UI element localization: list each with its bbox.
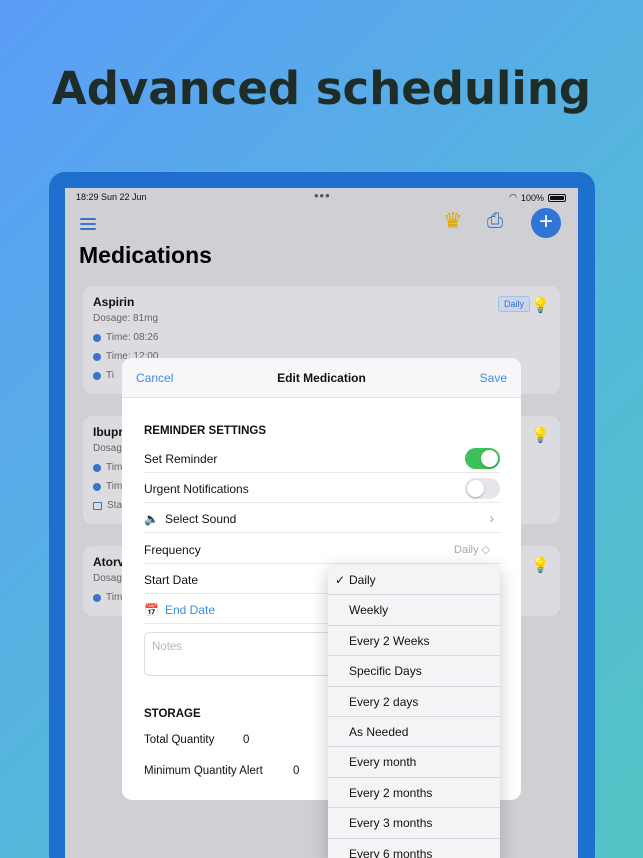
frequency-option[interactable]: Every 2 Weeks <box>328 626 500 657</box>
set-reminder-row: Set Reminder <box>144 443 500 473</box>
frequency-option[interactable]: As Needed <box>328 717 500 748</box>
set-reminder-toggle[interactable] <box>465 448 500 469</box>
status-right: ◠ 100% <box>509 192 566 203</box>
frequency-option[interactable]: ✓ Daily <box>328 565 500 596</box>
storage-header: STORAGE <box>144 708 201 720</box>
medication-dosage: Dosag <box>93 573 122 584</box>
clock-icon <box>93 482 101 491</box>
minimum-quantity-alert-value[interactable]: 0 <box>293 765 299 777</box>
select-sound-label: Select Sound <box>164 512 237 526</box>
sheet-navbar: Cancel Edit Medication Save <box>122 358 521 398</box>
time-line: Time: 08:26 <box>93 332 158 343</box>
crown-icon[interactable]: ♛ <box>443 208 463 234</box>
printer-icon[interactable]: ⎙ <box>487 210 503 233</box>
frequency-option[interactable]: Every month <box>328 747 500 778</box>
reminder-lock-icon[interactable]: 💡 <box>531 556 550 574</box>
medication-name: Aspirin <box>93 295 135 309</box>
battery-icon <box>548 193 566 202</box>
chevron-right-icon: › <box>489 510 494 526</box>
total-quantity-row[interactable]: Total Quantity 0 <box>144 734 344 746</box>
frequency-value[interactable]: Daily ◇ <box>454 543 490 556</box>
headline: Advanced scheduling <box>51 62 592 115</box>
clock-icon <box>93 593 101 602</box>
frequency-option[interactable]: Every 2 days <box>328 687 500 717</box>
calendar-icon <box>93 501 102 510</box>
wifi-icon: ◠ <box>509 192 517 202</box>
medication-name: Atorv <box>93 555 125 569</box>
battery-percent: 100% <box>520 192 544 203</box>
time-line: Ti <box>93 370 114 381</box>
hamburger-icon[interactable] <box>80 218 96 233</box>
add-medication-button[interactable]: + <box>531 208 561 238</box>
set-reminder-label: Set Reminder <box>144 452 218 466</box>
urgent-notifications-row: Urgent Notifications <box>144 473 500 503</box>
calendar-icon: 📅 <box>144 603 159 617</box>
end-date-label[interactable]: End Date <box>165 603 215 617</box>
checkmark-icon: ✓ <box>335 573 346 587</box>
medication-dosage: Dosag <box>93 443 122 454</box>
status-bar: 18:29 Sun 22 Jun ••• ◠ 100% <box>65 188 578 206</box>
clock-icon <box>93 371 101 380</box>
frequency-option[interactable]: Specific Days <box>328 656 500 687</box>
frequency-option[interactable]: Weekly <box>328 595 500 626</box>
sheet-title: Edit Medication <box>277 371 366 385</box>
frequency-row[interactable]: Frequency Daily ◇ <box>144 534 500 564</box>
date-line: Sta <box>93 500 122 511</box>
select-sound-row[interactable]: 🔈 Select Sound › <box>144 503 500 533</box>
reminder-settings-header: REMINDER SETTINGS <box>144 425 267 437</box>
plus-icon: + <box>538 208 553 235</box>
multitasking-dots[interactable]: ••• <box>314 188 331 203</box>
page-title: Medications <box>79 242 212 268</box>
total-quantity-value[interactable]: 0 <box>243 734 249 746</box>
speaker-icon: 🔈 <box>144 512 159 526</box>
time-line: Tim <box>93 481 122 492</box>
urgent-notifications-label: Urgent Notifications <box>144 482 249 496</box>
reminder-lock-icon[interactable]: 💡 <box>531 296 550 314</box>
frequency-dropdown-menu: ✓ Daily Weekly Every 2 Weeks Specific Day… <box>328 565 500 858</box>
clock-icon <box>93 463 101 472</box>
minimum-quantity-alert-row[interactable]: Minimum Quantity Alert 0 <box>144 765 344 777</box>
frequency-option[interactable]: Every 6 months <box>328 839 500 858</box>
frequency-option[interactable]: Every 3 months <box>328 808 500 839</box>
status-time: 18:29 Sun 22 Jun <box>76 192 147 202</box>
save-button[interactable]: Save <box>480 371 507 385</box>
reminder-lock-icon[interactable]: 💡 <box>531 426 550 444</box>
frequency-badge: Daily <box>497 296 530 312</box>
notes-placeholder: Notes <box>152 641 183 653</box>
clock-icon <box>93 333 101 342</box>
frequency-option[interactable]: Every 2 months <box>328 778 500 809</box>
medication-dosage: Dosage: 81mg <box>93 313 159 324</box>
total-quantity-label: Total Quantity <box>144 734 215 746</box>
start-date-label: Start Date <box>144 573 199 587</box>
clock-icon <box>93 352 101 361</box>
minimum-quantity-alert-label: Minimum Quantity Alert <box>144 765 263 777</box>
time-line: Tim <box>93 462 122 473</box>
frequency-label: Frequency <box>144 543 201 557</box>
medication-name: Ibupr <box>93 425 123 439</box>
time-line: Tim <box>93 592 122 603</box>
urgent-notifications-toggle[interactable] <box>465 478 500 499</box>
